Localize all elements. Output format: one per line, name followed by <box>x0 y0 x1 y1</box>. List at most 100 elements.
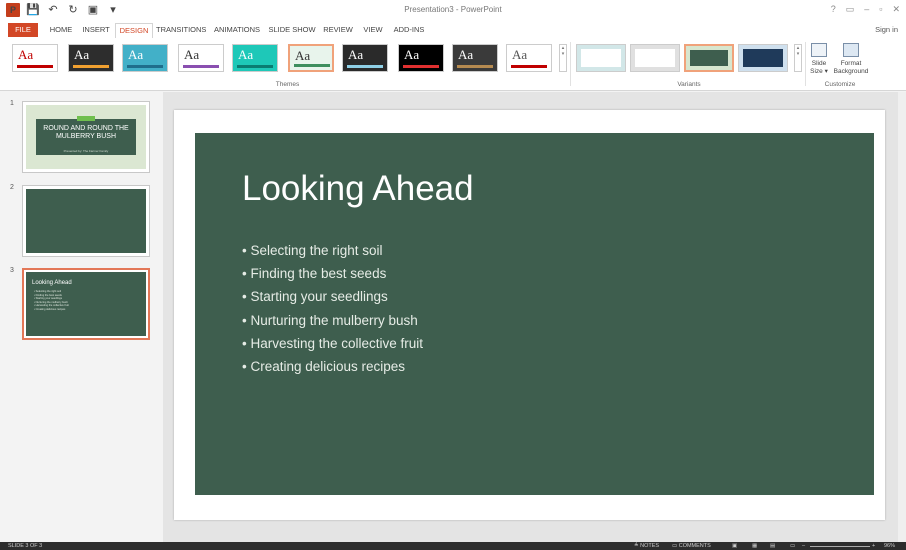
thumbnail-title: Looking Ahead <box>32 280 72 286</box>
slide-thumbnail-1[interactable]: ROUND AND ROUND THE MULBERRY BUSH Presen… <box>22 101 150 173</box>
theme-sample-text: Aa <box>348 47 364 62</box>
slide-counter: SLIDE 3 OF 3 <box>8 543 43 549</box>
thumbnail-canvas <box>26 189 146 253</box>
variant-thumbnail-4[interactable] <box>738 44 788 72</box>
theme-color-bar <box>294 64 330 67</box>
slideshow-view-icon[interactable]: ▭ <box>790 542 795 550</box>
title-bar: P 💾 ↶ ↻ ▣ ▾ Presentation3 - PowerPoint ?… <box>0 0 906 22</box>
theme-thumbnail-7[interactable]: Aa <box>342 44 388 72</box>
tab-review[interactable]: REVIEW <box>322 23 354 37</box>
vertical-scrollbar[interactable] <box>898 92 906 542</box>
bullet-item: Starting your seedlings <box>242 285 423 308</box>
ribbon-display-options-button[interactable]: ▭ <box>846 4 855 15</box>
thumbnail-title: ROUND AND ROUND THE MULBERRY BUSH <box>43 125 129 140</box>
theme-thumbnail-1[interactable]: Aa <box>12 44 58 72</box>
theme-thumbnail-9[interactable]: Aa <box>452 44 498 72</box>
tab-insert[interactable]: INSERT <box>80 23 112 37</box>
slide-size-button[interactable]: Slide Size ▾ <box>808 43 830 76</box>
current-slide[interactable]: Looking Ahead Selecting the right soil F… <box>174 110 885 520</box>
tab-view[interactable]: VIEW <box>360 23 386 37</box>
comments-button[interactable]: ▭ COMMENTS <box>672 542 711 550</box>
theme-sample-text: Aa <box>128 47 144 62</box>
themes-gallery-scroll[interactable]: ▴ ▾ <box>559 44 567 72</box>
notes-button[interactable]: ≜ NOTES <box>634 542 659 550</box>
tab-slide-show[interactable]: SLIDE SHOW <box>268 23 316 37</box>
theme-color-bar <box>347 65 383 68</box>
slide-thumbnails-pane: 1 ROUND AND ROUND THE MULBERRY BUSH Pres… <box>0 92 164 542</box>
themes-group-label: Themes <box>275 81 300 88</box>
customize-group-label: Customize <box>824 81 856 88</box>
thumbnail-number: 2 <box>10 184 14 191</box>
minimize-button[interactable]: – <box>864 4 869 15</box>
variants-gallery-scroll[interactable]: ▴ ▾ <box>794 44 802 72</box>
theme-color-bar <box>511 65 547 68</box>
format-background-label: Format Background <box>833 60 869 75</box>
theme-color-bar <box>403 65 439 68</box>
theme-sample-text: Aa <box>458 47 474 62</box>
theme-thumbnail-2[interactable]: Aa <box>68 44 114 72</box>
thumbnail-title-box: ROUND AND ROUND THE MULBERRY BUSH Presen… <box>36 116 136 155</box>
zoom-in-icon[interactable]: + <box>872 542 875 550</box>
ribbon: Aa Aa Aa Aa Aa Aa Aa Aa Aa Aa ▴ ▾ Themes ▴ ▾ Varian… <box>0 38 906 91</box>
bullet-item: Selecting the right soil <box>242 239 423 262</box>
tab-home[interactable]: HOME <box>46 23 76 37</box>
reading-view-icon[interactable]: ▤ <box>770 542 775 550</box>
zoom-out-icon[interactable]: – <box>802 542 805 550</box>
thumbnail-number: 1 <box>10 100 14 107</box>
tab-design[interactable]: DESIGN <box>115 23 153 39</box>
theme-sample-text: Aa <box>238 47 254 62</box>
normal-view-icon[interactable]: ▣ <box>732 542 737 550</box>
close-button[interactable]: ✕ <box>892 4 900 15</box>
tab-animations[interactable]: ANIMATIONS <box>212 23 262 37</box>
bullet-item: Nurturing the mulberry bush <box>242 309 423 332</box>
format-background-button[interactable]: Format Background <box>830 43 872 76</box>
status-bar: SLIDE 3 OF 3 ≜ NOTES ▭ COMMENTS ▣ ▦ ▤ ▭ … <box>0 542 906 550</box>
theme-thumbnail-3[interactable]: Aa <box>122 44 168 72</box>
variants-group-label: Variants <box>677 81 701 88</box>
tab-add-ins[interactable]: ADD-INS <box>392 23 426 37</box>
variant-preview <box>743 49 783 67</box>
bullet-item: Creating delicious recipes <box>242 355 423 378</box>
variant-thumbnail-1[interactable] <box>576 44 626 72</box>
thumbnail-bullet: Creating delicious recipes <box>34 308 69 312</box>
theme-sample-text: Aa <box>512 47 528 62</box>
theme-thumbnail-6[interactable]: Aa <box>288 44 334 72</box>
thumbnail-number: 3 <box>10 267 14 274</box>
tab-file[interactable]: FILE <box>8 23 38 37</box>
variant-thumbnail-2[interactable] <box>630 44 680 72</box>
theme-sample-text: Aa <box>184 47 200 62</box>
theme-thumbnail-4[interactable]: Aa <box>178 44 224 72</box>
thumbnail-canvas: Looking Ahead Selecting the right soil F… <box>26 272 146 336</box>
theme-sample-text: Aa <box>74 47 90 62</box>
slide-title[interactable]: Looking Ahead <box>242 169 474 209</box>
group-separator <box>570 42 571 86</box>
ribbon-tabs: FILE HOME INSERT DESIGN TRANSITIONS ANIM… <box>0 22 906 39</box>
zoom-slider[interactable] <box>810 546 870 547</box>
maximize-button[interactable]: ▫ <box>879 4 882 15</box>
window-title: Presentation3 - PowerPoint <box>404 5 502 14</box>
theme-color-bar <box>237 65 273 68</box>
theme-thumbnail-5[interactable]: Aa <box>232 44 278 72</box>
thumbnail-bullets: Selecting the right soil Finding the bes… <box>34 290 69 312</box>
slide-thumbnail-3[interactable]: Looking Ahead Selecting the right soil F… <box>22 268 150 340</box>
tab-transitions[interactable]: TRANSITIONS <box>156 23 206 37</box>
variant-thumbnail-3[interactable] <box>684 44 734 72</box>
help-button[interactable]: ? <box>831 4 836 15</box>
slide-editing-area: Looking Ahead Selecting the right soil F… <box>163 92 906 542</box>
variant-preview <box>635 49 675 67</box>
theme-sample-text: Aa <box>404 47 420 62</box>
slide-bullet-list[interactable]: Selecting the right soil Finding the bes… <box>242 239 423 378</box>
paint-bucket-icon <box>843 43 859 57</box>
slide-size-label: Slide Size ▾ <box>810 60 828 75</box>
bullet-item: Finding the best seeds <box>242 262 423 285</box>
group-separator <box>805 42 806 86</box>
theme-color-bar <box>127 65 163 68</box>
thumbnail-subtitle: Presented by: The Farmer Family <box>63 149 109 153</box>
slide-sorter-icon[interactable]: ▦ <box>752 542 757 550</box>
sign-in-link[interactable]: Sign in <box>875 25 898 34</box>
theme-thumbnail-10[interactable]: Aa <box>506 44 552 72</box>
theme-thumbnail-8[interactable]: Aa <box>398 44 444 72</box>
theme-color-bar <box>17 65 53 68</box>
slide-thumbnail-2[interactable] <box>22 185 150 257</box>
zoom-level[interactable]: 96% <box>884 542 895 550</box>
